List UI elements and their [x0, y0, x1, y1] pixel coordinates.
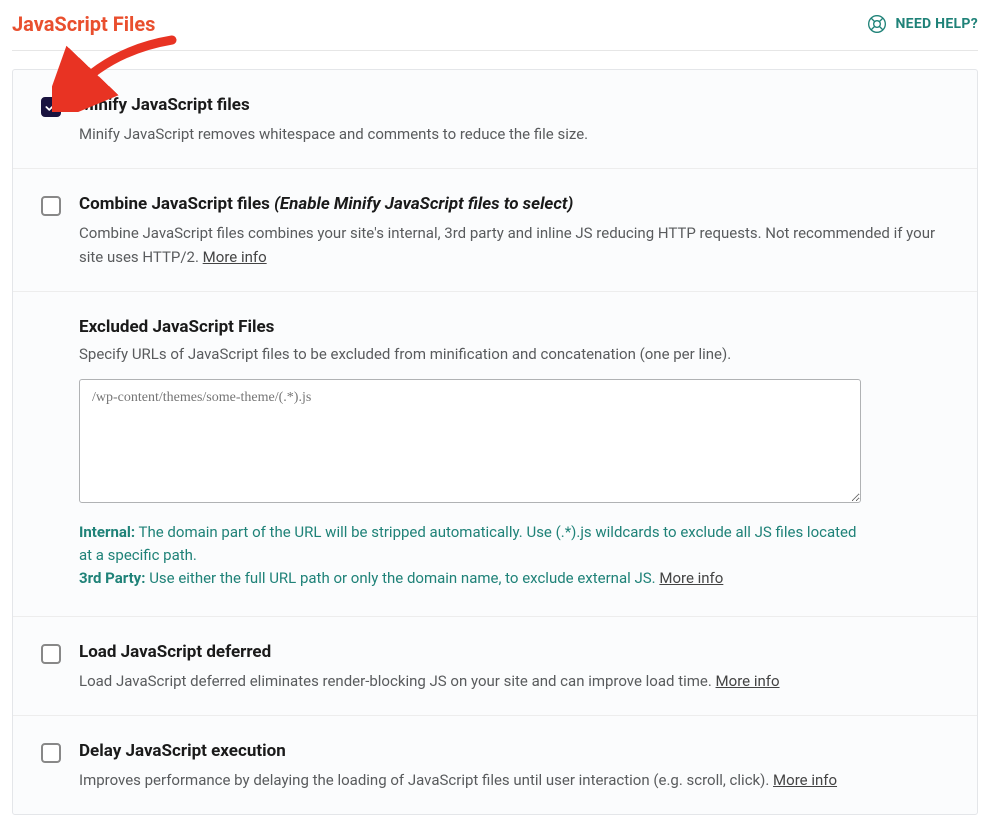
deferred-more-info-link[interactable]: More info	[716, 672, 780, 690]
delay-desc: Improves performance by delaying the loa…	[79, 769, 947, 792]
need-help-link[interactable]: NEED HELP?	[867, 14, 978, 34]
minify-title: Minify JavaScript files	[79, 95, 947, 115]
delay-title: Delay JavaScript execution	[79, 741, 947, 761]
option-minify: Minify JavaScript files Minify JavaScrip…	[13, 70, 977, 169]
combine-checkbox[interactable]	[41, 196, 61, 216]
excluded-desc: Specify URLs of JavaScript files to be e…	[79, 345, 947, 363]
excluded-title: Excluded JavaScript Files	[79, 317, 947, 337]
option-deferred: Load JavaScript deferred Load JavaScript…	[13, 617, 977, 716]
delay-checkbox[interactable]	[41, 743, 61, 763]
combine-more-info-link[interactable]: More info	[203, 248, 267, 266]
deferred-title: Load JavaScript deferred	[79, 642, 947, 662]
excluded-section: Excluded JavaScript Files Specify URLs o…	[13, 292, 977, 617]
delay-more-info-link[interactable]: More info	[773, 771, 837, 789]
check-icon	[44, 100, 58, 114]
minify-checkbox[interactable]	[41, 97, 61, 117]
excluded-hints: Internal: The domain part of the URL wil…	[79, 521, 861, 591]
deferred-desc: Load JavaScript deferred eliminates rend…	[79, 670, 947, 693]
combine-title: Combine JavaScript files (Enable Minify …	[79, 194, 947, 214]
combine-desc: Combine JavaScript files combines your s…	[79, 222, 947, 269]
excluded-more-info-link[interactable]: More info	[659, 569, 723, 587]
deferred-checkbox[interactable]	[41, 644, 61, 664]
option-delay: Delay JavaScript execution Improves perf…	[13, 716, 977, 814]
excluded-textarea[interactable]	[79, 379, 861, 503]
minify-desc: Minify JavaScript removes whitespace and…	[79, 123, 947, 146]
page-title: JavaScript Files	[12, 12, 155, 36]
js-settings-panel: Minify JavaScript files Minify JavaScrip…	[12, 69, 978, 815]
option-combine: Combine JavaScript files (Enable Minify …	[13, 169, 977, 292]
life-ring-icon	[867, 14, 887, 34]
need-help-label: NEED HELP?	[895, 16, 978, 32]
